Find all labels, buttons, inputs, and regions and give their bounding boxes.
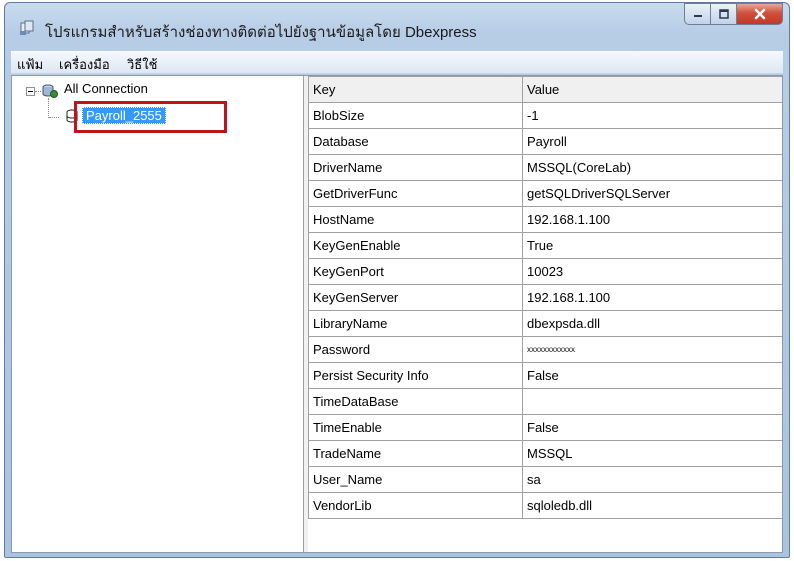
key-cell[interactable]: HostName: [308, 206, 523, 233]
key-cell[interactable]: LibraryName: [308, 310, 523, 337]
tree-connector: [48, 98, 49, 118]
annotation-highlight-box: [74, 101, 227, 133]
title-bar[interactable]: โปรแกรมสำหรับสร้างช่องทางติดต่อไปยังฐานข…: [5, 3, 789, 51]
key-cell[interactable]: User_Name: [308, 466, 523, 493]
table-row[interactable]: TradeName MSSQL: [308, 440, 782, 467]
key-cell[interactable]: Password: [308, 336, 523, 363]
minimize-button[interactable]: [684, 3, 711, 25]
value-cell[interactable]: MSSQL: [522, 440, 782, 467]
properties-table: Key Value BlobSize -1 Database Payroll Drive…: [308, 76, 782, 519]
table-row[interactable]: DriverName MSSQL(CoreLab): [308, 154, 782, 181]
value-cell[interactable]: False: [522, 414, 782, 441]
value-cell[interactable]: True: [522, 232, 782, 259]
key-cell[interactable]: VendorLib: [308, 492, 523, 519]
key-cell[interactable]: KeyGenServer: [308, 284, 523, 311]
tree-connector: [35, 91, 41, 92]
maximize-icon: [718, 9, 729, 19]
value-cell[interactable]: -1: [522, 102, 782, 129]
app-window: โปรแกรมสำหรับสร้างช่องทางติดต่อไปยังฐานข…: [4, 2, 790, 558]
table-row[interactable]: KeyGenPort 10023: [308, 258, 782, 285]
value-cell[interactable]: xxxxxxxxxxxx: [522, 336, 782, 363]
minimize-icon: [693, 15, 702, 17]
key-cell[interactable]: BlobSize: [308, 102, 523, 129]
value-cell[interactable]: MSSQL(CoreLab): [522, 154, 782, 181]
value-cell[interactable]: dbexpsda.dll: [522, 310, 782, 337]
menu-bar: แฟ้ม เครื่องมือ วิธีใช้: [11, 51, 783, 74]
value-cell[interactable]: getSQLDriverSQLServer: [522, 180, 782, 207]
close-button[interactable]: [737, 3, 783, 25]
table-row[interactable]: User_Name sa: [308, 466, 782, 493]
column-header-value[interactable]: Value: [522, 76, 782, 103]
table-row[interactable]: HostName 192.168.1.100: [308, 206, 782, 233]
table-row[interactable]: VendorLib sqloledb.dll: [308, 492, 782, 519]
table-row[interactable]: Password xxxxxxxxxxxx: [308, 336, 782, 363]
key-cell[interactable]: TimeDataBase: [308, 388, 523, 415]
value-cell[interactable]: 10023: [522, 258, 782, 285]
table-row[interactable]: Persist Security Info False: [308, 362, 782, 389]
column-header-key[interactable]: Key: [308, 76, 523, 103]
value-cell[interactable]: [522, 388, 782, 415]
table-row[interactable]: TimeDataBase: [308, 388, 782, 415]
table-row[interactable]: LibraryName dbexpsda.dll: [308, 310, 782, 337]
app-icon: [20, 20, 34, 35]
collapse-toggle-icon[interactable]: [26, 87, 35, 96]
window-title: โปรแกรมสำหรับสร้างช่องทางติดต่อไปยังฐานข…: [45, 24, 477, 41]
table-row[interactable]: KeyGenEnable True: [308, 232, 782, 259]
connection-tree[interactable]: All Connection Payroll_2555: [12, 76, 302, 552]
key-cell[interactable]: TradeName: [308, 440, 523, 467]
value-cell[interactable]: sa: [522, 466, 782, 493]
properties-grid: Key Value BlobSize -1 Database Payroll Drive…: [308, 76, 782, 552]
menu-tools[interactable]: เครื่องมือ: [59, 54, 110, 75]
value-cell[interactable]: 192.168.1.100: [522, 284, 782, 311]
client-area: All Connection Payroll_2555 Key Value Bl…: [11, 75, 783, 553]
window-controls: [684, 3, 783, 25]
table-row[interactable]: Database Payroll: [308, 128, 782, 155]
menu-file[interactable]: แฟ้ม: [17, 54, 43, 75]
table-row[interactable]: TimeEnable False: [308, 414, 782, 441]
key-cell[interactable]: Database: [308, 128, 523, 155]
table-row[interactable]: BlobSize -1: [308, 102, 782, 129]
tree-connector: [49, 117, 59, 118]
close-icon: [754, 8, 765, 20]
value-cell[interactable]: 192.168.1.100: [522, 206, 782, 233]
key-cell[interactable]: KeyGenEnable: [308, 232, 523, 259]
key-cell[interactable]: DriverName: [308, 154, 523, 181]
key-cell[interactable]: GetDriverFunc: [308, 180, 523, 207]
key-cell[interactable]: KeyGenPort: [308, 258, 523, 285]
key-cell[interactable]: TimeEnable: [308, 414, 523, 441]
maximize-button[interactable]: [711, 3, 737, 25]
menu-help[interactable]: วิธีใช้: [127, 54, 157, 75]
grid-header-row: Key Value: [308, 76, 782, 103]
table-row[interactable]: GetDriverFunc getSQLDriverSQLServer: [308, 180, 782, 207]
key-cell[interactable]: Persist Security Info: [308, 362, 523, 389]
databases-icon: [42, 84, 58, 98]
tree-root-label[interactable]: All Connection: [64, 81, 148, 96]
table-row[interactable]: KeyGenServer 192.168.1.100: [308, 284, 782, 311]
value-cell[interactable]: Payroll: [522, 128, 782, 155]
value-cell[interactable]: False: [522, 362, 782, 389]
value-cell[interactable]: sqloledb.dll: [522, 492, 782, 519]
